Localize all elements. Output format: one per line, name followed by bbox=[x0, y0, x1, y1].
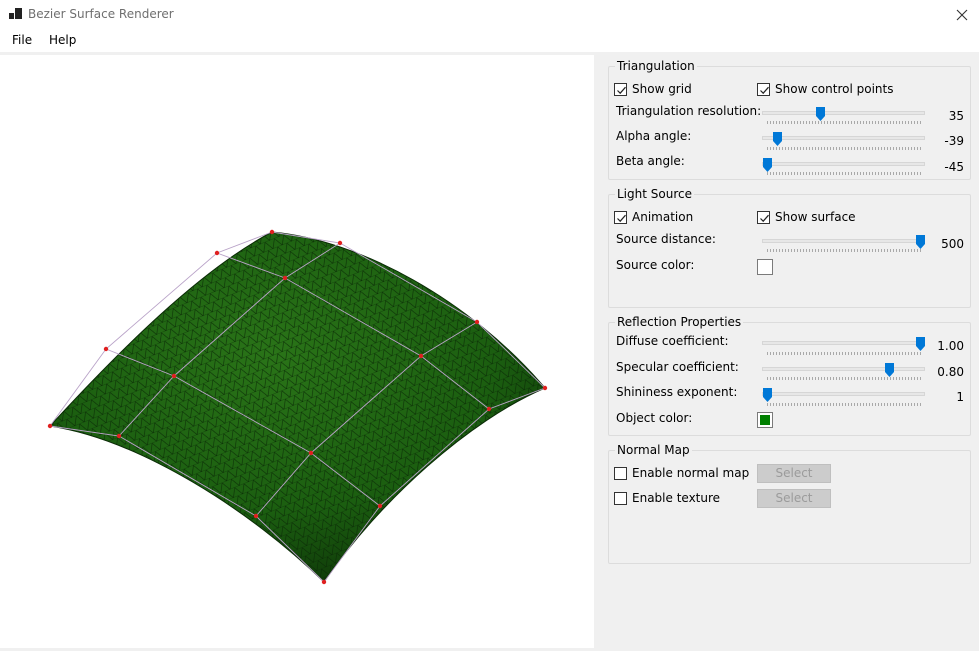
triangulation-group: Triangulation Show grid Show control poi… bbox=[608, 59, 971, 180]
diffuse-slider-ticks bbox=[767, 352, 921, 355]
check-icon bbox=[617, 214, 626, 223]
shininess-slider-ticks bbox=[767, 403, 921, 406]
resolution-slider-track[interactable] bbox=[762, 111, 925, 115]
menu-file[interactable]: File bbox=[12, 33, 32, 47]
alpha-slider-ticks bbox=[767, 147, 921, 150]
triangulation-title: Triangulation bbox=[615, 59, 697, 73]
show-grid-checkbox[interactable] bbox=[614, 83, 627, 96]
source-color-swatch[interactable] bbox=[757, 259, 773, 275]
distance-slider-ticks bbox=[767, 249, 921, 252]
resolution-label: Triangulation resolution: bbox=[616, 104, 762, 118]
normal-map-title: Normal Map bbox=[615, 443, 692, 457]
shininess-label: Shininess exponent: bbox=[616, 385, 738, 399]
shininess-slider-track[interactable] bbox=[762, 392, 925, 396]
source-distance-label: Source distance: bbox=[616, 232, 716, 246]
bezier-surface-render bbox=[47, 229, 548, 585]
resolution-value: 35 bbox=[948, 109, 964, 123]
check-icon bbox=[760, 214, 769, 223]
object-color-label: Object color: bbox=[616, 411, 693, 425]
alpha-slider-thumb[interactable] bbox=[773, 132, 782, 146]
enable-texture-checkbox[interactable] bbox=[614, 492, 627, 505]
reflection-title: Reflection Properties bbox=[615, 315, 744, 329]
alpha-value: -39 bbox=[944, 134, 964, 148]
animation-checkbox[interactable] bbox=[614, 211, 627, 224]
show-surface-checkbox[interactable] bbox=[757, 211, 770, 224]
enable-normal-map-checkbox[interactable] bbox=[614, 467, 627, 480]
source-color-label: Source color: bbox=[616, 258, 695, 272]
show-surface-label: Show surface bbox=[775, 210, 856, 224]
title-bar: Bezier Surface Renderer bbox=[0, 0, 979, 29]
check-icon bbox=[617, 86, 626, 95]
surface-grid bbox=[50, 232, 545, 582]
render-canvas[interactable] bbox=[0, 55, 594, 648]
object-color-fill bbox=[760, 415, 770, 425]
specular-value: 0.80 bbox=[937, 365, 964, 379]
beta-value: -45 bbox=[944, 160, 964, 174]
alpha-slider-track[interactable] bbox=[762, 136, 925, 140]
reflection-group: Reflection Properties Diffuse coefficien… bbox=[608, 315, 971, 436]
menu-bar: File Help bbox=[0, 29, 979, 52]
close-button[interactable] bbox=[945, 0, 979, 29]
resolution-slider-ticks bbox=[767, 121, 921, 124]
normal-map-group: Normal Map Enable normal map Select Enab… bbox=[608, 443, 971, 564]
window-title: Bezier Surface Renderer bbox=[28, 7, 174, 21]
shininess-value: 1 bbox=[956, 390, 964, 404]
show-control-points-checkbox[interactable] bbox=[757, 83, 770, 96]
beta-slider-track[interactable] bbox=[762, 162, 925, 166]
distance-slider-track[interactable] bbox=[762, 239, 925, 243]
show-control-points-label: Show control points bbox=[775, 82, 894, 96]
beta-slider-thumb[interactable] bbox=[763, 158, 772, 172]
diffuse-label: Diffuse coefficient: bbox=[616, 334, 729, 348]
shininess-slider-thumb[interactable] bbox=[763, 388, 772, 402]
light-source-title: Light Source bbox=[615, 187, 694, 201]
beta-slider-ticks bbox=[767, 172, 921, 175]
enable-texture-label: Enable texture bbox=[632, 491, 721, 505]
beta-label: Beta angle: bbox=[616, 154, 685, 168]
resolution-slider-thumb[interactable] bbox=[816, 107, 825, 121]
select-texture-button[interactable]: Select bbox=[757, 489, 831, 508]
specular-slider-ticks bbox=[767, 377, 921, 380]
specular-label: Specular coefficient: bbox=[616, 360, 739, 374]
animation-label: Animation bbox=[632, 210, 694, 224]
specular-slider-thumb[interactable] bbox=[885, 363, 894, 377]
object-color-swatch[interactable] bbox=[757, 412, 773, 428]
menu-help[interactable]: Help bbox=[49, 33, 76, 47]
distance-value: 500 bbox=[941, 237, 964, 251]
select-normal-map-button[interactable]: Select bbox=[757, 464, 831, 483]
specular-slider-track[interactable] bbox=[762, 367, 925, 371]
diffuse-slider-track[interactable] bbox=[762, 341, 925, 345]
show-grid-label: Show grid bbox=[632, 82, 692, 96]
enable-normal-map-label: Enable normal map bbox=[632, 466, 750, 480]
check-icon bbox=[760, 86, 769, 95]
diffuse-value: 1.00 bbox=[937, 339, 964, 353]
app-icon bbox=[9, 8, 22, 19]
close-icon bbox=[956, 9, 968, 20]
light-source-group: Light Source Animation Show surface Sour… bbox=[608, 187, 971, 308]
alpha-label: Alpha angle: bbox=[616, 129, 692, 143]
